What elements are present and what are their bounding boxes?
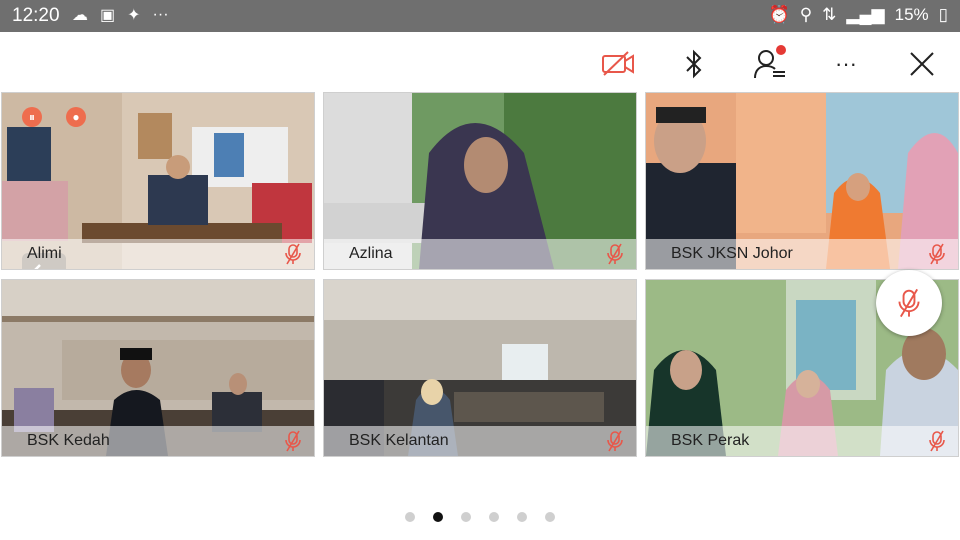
participants-button[interactable] — [750, 44, 790, 84]
unmute-mic-button[interactable] — [876, 270, 942, 336]
overlay-pause-icon[interactable]: ⏸ — [22, 107, 42, 127]
page-dot-3[interactable] — [461, 512, 471, 522]
mic-muted-icon — [285, 243, 301, 265]
data-arrows-icon: ⇅ — [822, 5, 837, 24]
page-dot-5[interactable] — [517, 512, 527, 522]
participant-name: BSK JKSN Johor — [671, 245, 793, 262]
mic-muted-icon — [898, 288, 920, 318]
mic-muted-icon — [285, 430, 301, 452]
mic-muted-icon — [607, 243, 623, 265]
notification-dot — [776, 45, 786, 55]
close-button[interactable] — [902, 44, 942, 84]
shopping-bag-icon: ▣ — [100, 7, 116, 24]
signal-icon: ▂▄▆ — [846, 5, 885, 24]
mic-muted-icon — [929, 243, 945, 265]
page-dot-6[interactable] — [545, 512, 555, 522]
video-tile[interactable]: BSK Kedah — [1, 279, 315, 457]
more-notifications-icon: ··· — [152, 6, 169, 23]
battery-percent: 15% — [894, 5, 929, 24]
page-indicator — [0, 512, 960, 522]
bluetooth-icon — [686, 49, 702, 79]
more-icon: ··· — [835, 51, 857, 76]
participant-name: Alimi — [27, 245, 62, 262]
page-dot-1[interactable] — [405, 512, 415, 522]
participant-name: BSK Kedah — [27, 432, 110, 449]
location-icon: ⚲ — [799, 5, 813, 24]
participant-name: BSK Perak — [671, 432, 750, 449]
video-tile[interactable]: ⏸ ● Alimi — [1, 92, 315, 270]
close-icon — [910, 52, 934, 76]
page-dot-4[interactable] — [489, 512, 499, 522]
bluetooth-button[interactable] — [674, 44, 714, 84]
video-tile[interactable]: BSK Kelantan — [323, 279, 637, 457]
mic-muted-icon — [929, 430, 945, 452]
video-tile[interactable]: Azlina — [323, 92, 637, 270]
page-dot-2[interactable] — [433, 512, 443, 522]
camera-off-button[interactable] — [598, 44, 638, 84]
mic-muted-icon — [607, 430, 623, 452]
cloud-icon: ☁ — [72, 7, 88, 24]
participant-name: Azlina — [349, 245, 393, 262]
video-tile[interactable]: BSK JKSN Johor — [645, 92, 959, 270]
status-bar: 12:20 ☁ ▣ ✦ ··· ⏰ ⚲ ⇅ ▂▄▆ 15% ▯ — [0, 0, 960, 32]
status-time: 12:20 — [12, 5, 60, 26]
overlay-record-icon[interactable]: ● — [66, 107, 86, 127]
alarm-icon: ⏰ — [768, 5, 790, 24]
battery-icon: ▯ — [938, 5, 948, 24]
twitter-icon: ✦ — [127, 7, 141, 24]
participant-name: BSK Kelantan — [349, 432, 449, 449]
more-options-button[interactable]: ··· — [826, 44, 866, 84]
camera-off-icon — [602, 51, 634, 76]
meeting-toolbar: ··· — [0, 32, 960, 92]
